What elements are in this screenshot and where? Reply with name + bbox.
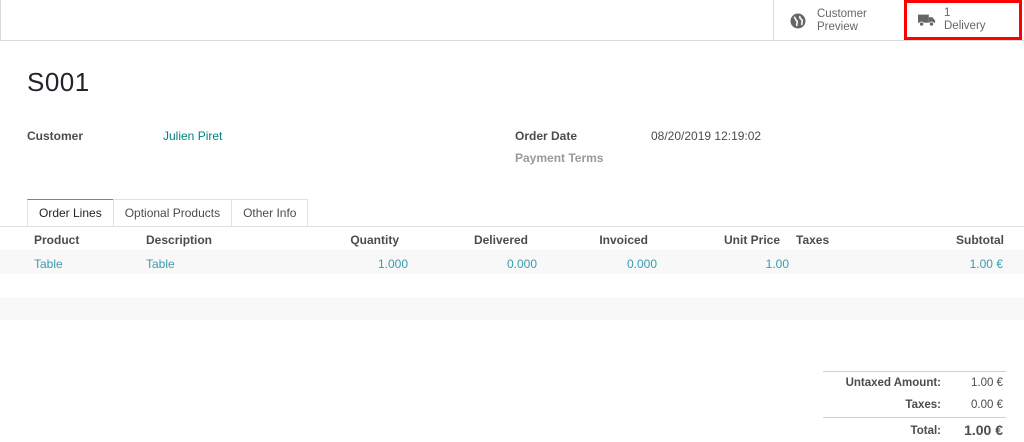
page-title: S001: [27, 67, 90, 97]
empty-row: [0, 274, 1024, 298]
divider: [0, 0, 1, 41]
untaxed-amount-value: 1.00 €: [971, 377, 1003, 389]
header-delivered[interactable]: Delivered: [428, 233, 528, 247]
taxes-value: 0.00 €: [971, 399, 1003, 411]
divider: [823, 371, 1006, 372]
cell-invoiced[interactable]: 0.000: [557, 257, 657, 271]
customer-label: Customer: [27, 129, 84, 143]
cell-unit-price[interactable]: 1.00: [689, 257, 789, 271]
customer-preview-button[interactable]: Customer Preview: [773, 0, 904, 41]
divider: [0, 226, 1024, 227]
header-taxes[interactable]: Taxes: [796, 233, 829, 247]
control-panel: Customer Preview 1 Delivery: [0, 0, 1024, 41]
header-description[interactable]: Description: [146, 233, 212, 247]
payment-terms-label: Payment Terms: [515, 151, 604, 165]
notebook-tabs: Order Lines Optional Products Other Info: [27, 199, 309, 227]
cell-description[interactable]: Table: [146, 257, 175, 271]
tab-order-lines[interactable]: Order Lines: [27, 199, 114, 227]
delivery-label: 1 Delivery: [944, 7, 986, 32]
header-unit-price[interactable]: Unit Price: [680, 233, 780, 247]
truck-icon: [918, 11, 936, 29]
order-date-value: 08/20/2019 12:19:02: [651, 129, 762, 143]
header-invoiced[interactable]: Invoiced: [548, 233, 648, 247]
cell-delivered[interactable]: 0.000: [437, 257, 537, 271]
header-quantity[interactable]: Quantity: [300, 233, 399, 247]
tab-other-info[interactable]: Other Info: [231, 199, 309, 227]
cell-product[interactable]: Table: [34, 257, 63, 271]
header-product[interactable]: Product: [34, 233, 79, 247]
order-date-label: Order Date: [515, 129, 578, 143]
divider: [823, 417, 1006, 418]
total-value: 1.00 €: [964, 422, 1003, 438]
customer-preview-label: Customer Preview: [817, 7, 867, 33]
cell-subtotal[interactable]: 1.00 €: [903, 257, 1003, 271]
header-subtotal[interactable]: Subtotal: [904, 233, 1004, 247]
empty-row: [0, 298, 1024, 320]
tab-optional-products[interactable]: Optional Products: [112, 199, 233, 227]
cell-quantity[interactable]: 1.000: [308, 257, 408, 271]
globe-icon: [789, 12, 807, 30]
delivery-button[interactable]: 1 Delivery: [904, 0, 1022, 40]
customer-link[interactable]: Julien Piret: [163, 129, 222, 143]
